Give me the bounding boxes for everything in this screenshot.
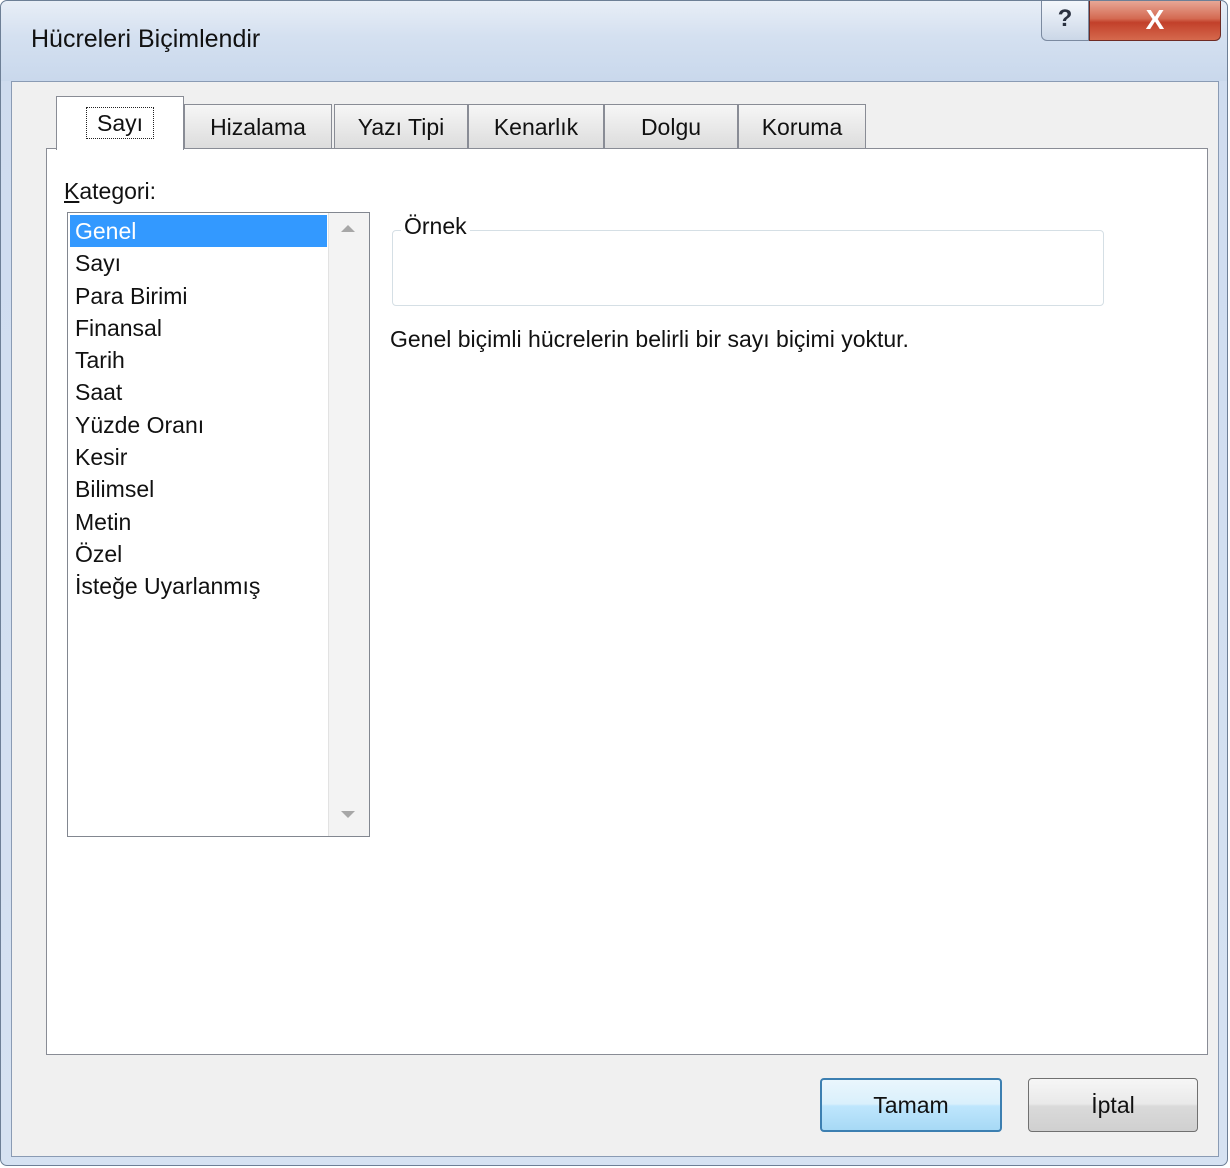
category-list: Genel Sayı Para Birimi Finansal Tarih Sa…: [70, 215, 327, 603]
category-label: Kategori:: [64, 178, 156, 205]
tab-number[interactable]: Sayı: [56, 96, 184, 150]
list-item[interactable]: Özel: [70, 538, 327, 570]
close-button[interactable]: X: [1089, 1, 1221, 41]
sample-groupbox: Örnek: [392, 213, 1104, 306]
dialog-title: Hücreleri Biçimlendir: [31, 25, 261, 53]
tab-protection[interactable]: Koruma: [738, 104, 866, 149]
tab-font[interactable]: Yazı Tipi: [334, 104, 468, 149]
format-description: Genel biçimli hücrelerin belirli bir say…: [390, 326, 909, 352]
list-item[interactable]: Saat: [70, 376, 327, 408]
help-icon: ?: [1057, 5, 1073, 32]
list-item[interactable]: Bilimsel: [70, 473, 327, 505]
title-bar[interactable]: Hücreleri Biçimlendir ? X: [1, 1, 1227, 81]
tab-label: Dolgu: [640, 114, 702, 140]
list-item[interactable]: Metin: [70, 506, 327, 538]
tab-border[interactable]: Kenarlık: [468, 104, 604, 149]
list-item[interactable]: Finansal: [70, 312, 327, 344]
list-item[interactable]: Yüzde Oranı: [70, 409, 327, 441]
tab-label: Yazı Tipi: [357, 114, 445, 140]
help-button[interactable]: ?: [1041, 1, 1089, 41]
tab-label: Kenarlık: [493, 114, 579, 140]
tab-label: Sayı: [85, 107, 155, 139]
tab-fill[interactable]: Dolgu: [604, 104, 738, 149]
cancel-button[interactable]: İptal: [1028, 1078, 1198, 1132]
scroll-up-arrow-icon[interactable]: [341, 225, 355, 232]
scroll-down-arrow-icon[interactable]: [341, 811, 355, 818]
list-item[interactable]: Genel: [70, 215, 327, 248]
tab-alignment[interactable]: Hizalama: [184, 104, 332, 149]
sample-legend: Örnek: [401, 213, 470, 240]
category-label-access-key: K: [64, 178, 80, 204]
list-item[interactable]: İsteğe Uyarlanmış: [70, 570, 327, 602]
tab-label: Hizalama: [210, 114, 306, 140]
close-icon: X: [1145, 4, 1165, 35]
category-scrollbar[interactable]: [328, 213, 369, 836]
list-item[interactable]: Tarih: [70, 344, 327, 376]
dialog-body: Sayı Hizalama Yazı Tipi Kenarlık Dolgu K…: [11, 81, 1219, 1157]
ok-button[interactable]: Tamam: [820, 1078, 1002, 1132]
list-item[interactable]: Kesir: [70, 441, 327, 473]
category-label-text: ategori:: [79, 178, 157, 204]
list-item[interactable]: Sayı: [70, 247, 327, 279]
category-listbox[interactable]: Genel Sayı Para Birimi Finansal Tarih Sa…: [67, 212, 370, 837]
list-item[interactable]: Para Birimi: [70, 280, 327, 312]
tab-label: Koruma: [761, 114, 843, 140]
format-cells-dialog: Hücreleri Biçimlendir ? X Sayı Hizalama …: [0, 0, 1228, 1166]
